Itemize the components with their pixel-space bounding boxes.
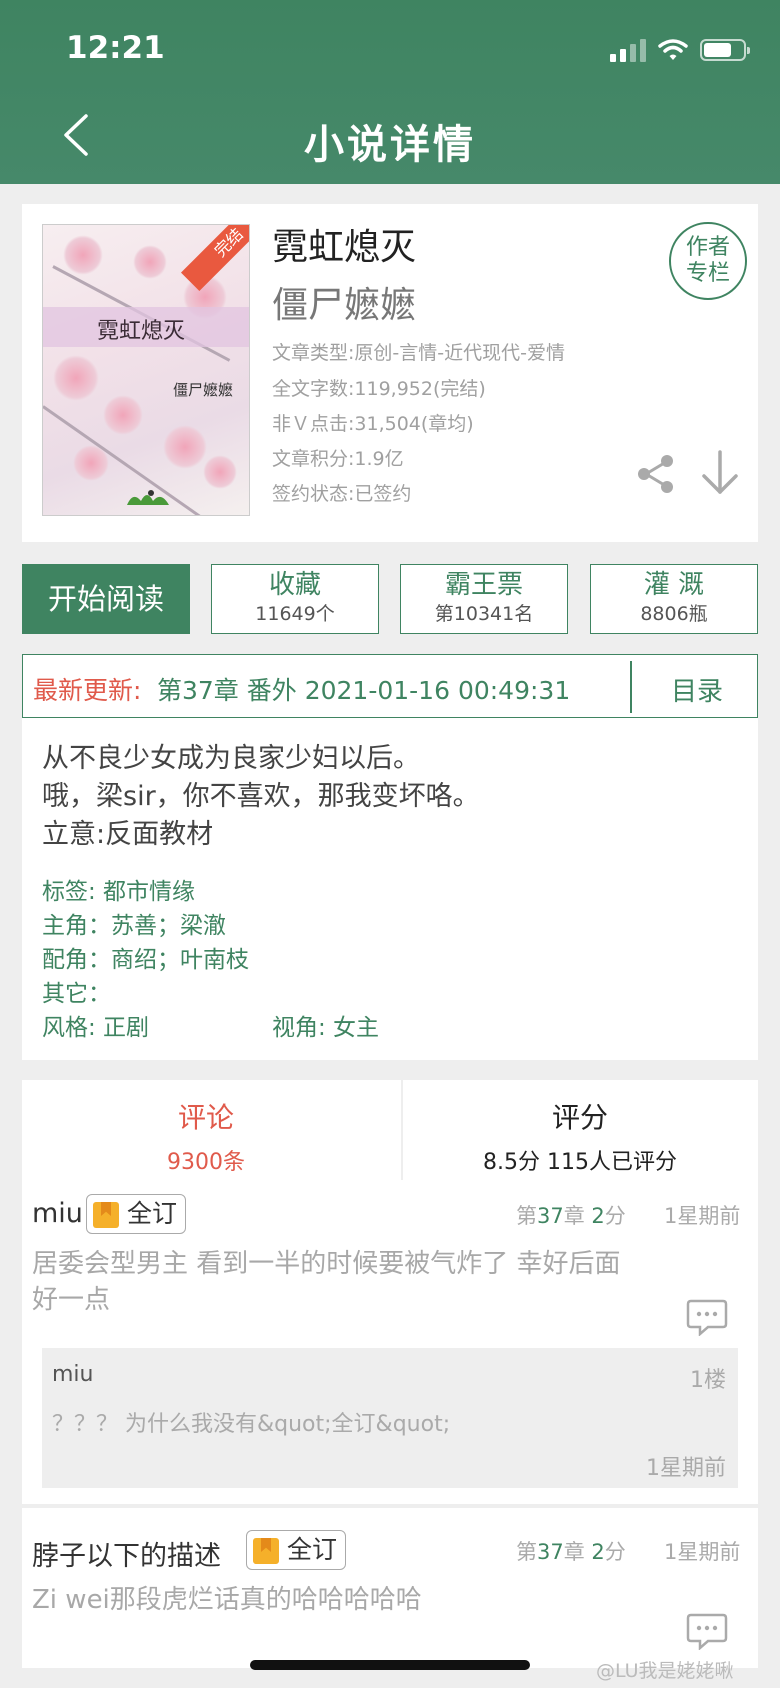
comment-text[interactable]: Zi wei那段虎烂话真的哈哈哈哈哈 bbox=[32, 1582, 422, 1618]
favorite-label: 收藏 bbox=[268, 570, 321, 600]
status-time: 12:21 bbox=[66, 30, 165, 66]
app-header: 12:21 小说详情 bbox=[0, 0, 780, 184]
latest-update-bar[interactable]: 最新更新: 第37章 番外 2021-01-16 00:49:31 目录 bbox=[22, 654, 758, 718]
meta-score: 文章积分:1.9亿 bbox=[272, 448, 404, 470]
overlord-ticket-label: 霸王票 bbox=[444, 570, 523, 600]
home-indicator[interactable] bbox=[250, 1660, 530, 1670]
book-title: 霓虹熄灭 bbox=[272, 227, 417, 268]
meta-word-count: 全文字数:119,952(完结) bbox=[272, 378, 486, 400]
reply-username: miu bbox=[52, 1362, 94, 1387]
wifi-icon bbox=[658, 39, 688, 60]
page-title: 小说详情 bbox=[304, 122, 476, 168]
irrigate-label: 灌 溉 bbox=[643, 570, 705, 600]
battery-icon bbox=[700, 39, 750, 61]
comment-text[interactable]: 居委会型男主 看到一半的时候要被气炸了 幸好后面 好一点 bbox=[32, 1246, 621, 1318]
meta-contract: 签约状态:已签约 bbox=[272, 483, 412, 505]
reply-text: ？？？ 为什么我没有&quot;全订&quot; bbox=[52, 1412, 451, 1437]
style-info: 风格: 正剧 bbox=[42, 1015, 150, 1041]
full-subscription-badge: 全订 bbox=[246, 1530, 347, 1570]
share-icon[interactable] bbox=[634, 452, 678, 496]
table-of-contents-button[interactable]: 目录 bbox=[671, 671, 723, 708]
tags[interactable]: 标签: 都市情缘 bbox=[42, 872, 195, 906]
comment-time: 1星期前 bbox=[664, 1540, 741, 1564]
book-info-card: 霓虹熄灭 僵尸嬷嬷 完结 霓虹熄灭 僵尸嬷嬷 文章类型:原创-言情-近代现代-爱… bbox=[22, 204, 758, 542]
full-subscription-badge: 全订 bbox=[86, 1194, 187, 1234]
comment-chapter-score: 第37章 2分 bbox=[516, 1540, 626, 1564]
bookmark-icon bbox=[253, 1538, 279, 1564]
tab-rating-text: 8.5分 115人已评分 bbox=[483, 1150, 677, 1175]
latest-update-label: 最新更新: bbox=[33, 676, 142, 705]
start-reading-button[interactable]: 开始阅读 bbox=[22, 564, 190, 634]
book-author[interactable]: 僵尸嬷嬷 bbox=[272, 276, 416, 328]
irrigate-count: 8806瓶 bbox=[640, 603, 708, 625]
comment-chapter-score: 第37章 2分 bbox=[516, 1204, 626, 1228]
status-icons bbox=[610, 38, 750, 62]
protagonist: 主角：苏善；梁澈 bbox=[42, 913, 226, 939]
author-column-label-2: 专栏 bbox=[685, 261, 730, 286]
supporting-roles: 配角：商绍；叶南枝 bbox=[42, 947, 249, 973]
meta-genre: 文章类型:原创-言情-近代现代-爱情 bbox=[272, 342, 565, 364]
perspective-info: 视角: 女主 bbox=[272, 1015, 380, 1041]
description-line: 哦，梁sir，你不喜欢，那我变坏咯。 bbox=[42, 781, 480, 812]
description-line: 立意:反面教材 bbox=[42, 819, 214, 850]
favorite-count: 11649个 bbox=[255, 603, 335, 625]
meta-clicks: 非Ｖ点击:31,504(章均) bbox=[272, 413, 474, 435]
badge-label: 全订 bbox=[287, 1535, 338, 1564]
cover-title: 霓虹熄灭 bbox=[97, 319, 186, 344]
latest-update-text: 第37章 番外 2021-01-16 00:49:31 bbox=[157, 676, 571, 705]
tab-rating-label: 评分 bbox=[551, 1101, 608, 1134]
tab-comments-count: 9300条 bbox=[167, 1150, 245, 1175]
reply-time: 1星期前 bbox=[646, 1456, 726, 1481]
favorite-button[interactable]: 收藏 11649个 bbox=[211, 564, 379, 634]
irrigate-button[interactable]: 灌 溉 8806瓶 bbox=[590, 564, 758, 634]
overlord-ticket-rank: 第10341名 bbox=[434, 603, 534, 625]
description-card: 从不良少女成为良家少妇以后。 哦，梁sir，你不喜欢，那我变坏咯。 立意:反面教… bbox=[22, 718, 758, 1060]
watermark: @LU我是姥姥啾 bbox=[596, 1660, 734, 1682]
other-info: 其它： bbox=[42, 981, 111, 1007]
overlord-ticket-button[interactable]: 霸王票 第10341名 bbox=[400, 564, 568, 634]
tab-comments-label: 评论 bbox=[177, 1101, 234, 1134]
reply-floor: 1楼 bbox=[690, 1368, 726, 1393]
comment-time: 1星期前 bbox=[664, 1204, 741, 1228]
reply-message-icon[interactable] bbox=[686, 1612, 728, 1650]
tab-comments[interactable]: 评论 9300条 bbox=[22, 1080, 390, 1180]
author-column-label-1: 作者 bbox=[685, 235, 730, 260]
comment-username[interactable]: miu bbox=[32, 1198, 83, 1229]
divider bbox=[630, 661, 632, 713]
comment-username[interactable]: 脖子以下的描述 bbox=[32, 1534, 221, 1573]
download-icon[interactable] bbox=[698, 448, 742, 498]
book-cover[interactable]: 霓虹熄灭 僵尸嬷嬷 完结 bbox=[42, 224, 250, 516]
signal-icon bbox=[610, 38, 646, 62]
author-column-button[interactable]: 作者 专栏 bbox=[669, 222, 747, 300]
description-line: 从不良少女成为良家少妇以后。 bbox=[42, 743, 420, 774]
reply-message-icon[interactable] bbox=[686, 1298, 728, 1336]
reviews-card: 评论 9300条 评分 8.5分 115人已评分 miu 全订 第37章 2分 … bbox=[22, 1080, 758, 1504]
cover-author: 僵尸嬷嬷 bbox=[173, 381, 234, 399]
reply-box[interactable]: miu 1楼 ？？？ 为什么我没有&quot;全订&quot; 1星期前 bbox=[42, 1348, 738, 1488]
comment-item: 脖子以下的描述 全订 第37章 2分 1星期前 Zi wei那段虎烂话真的哈哈哈… bbox=[22, 1508, 758, 1668]
tab-rating[interactable]: 评分 8.5分 115人已评分 bbox=[402, 1080, 758, 1180]
badge-label: 全订 bbox=[127, 1199, 178, 1228]
publisher-logo-icon bbox=[127, 490, 169, 505]
bookmark-icon bbox=[93, 1202, 119, 1228]
